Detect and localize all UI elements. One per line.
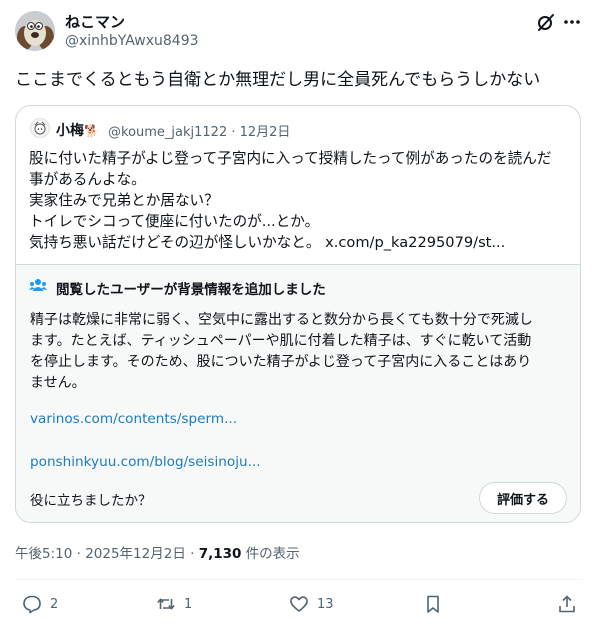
rate-button[interactable]: 評価する — [479, 482, 567, 514]
view-label: 件の表示 — [241, 546, 300, 562]
quote-line: 股に付いた精子がよじ登って子宮内に入って授精したって例があったのを読んだ — [29, 150, 552, 167]
repost-icon — [156, 594, 176, 614]
tweet-text: ここまでくるともう自衛とか無理だし男に全員死んでもらうしかない — [15, 70, 541, 90]
avatar[interactable] — [15, 11, 55, 51]
tweet-meta: 午後5:10 · 2025年12月2日 · 7,130 件の表示 — [15, 542, 300, 562]
like-button[interactable]: 13 — [289, 594, 334, 614]
note-title: 閲覧したユーザーが背景情報を追加しました — [56, 282, 326, 298]
reply-icon — [22, 594, 42, 614]
users-icon — [29, 277, 47, 295]
quote-handle-date[interactable]: @koume_jakj1122 · 12月2日 — [108, 121, 290, 140]
divider — [15, 579, 583, 580]
repost-button[interactable]: 1 — [156, 594, 192, 614]
share-icon — [557, 594, 577, 614]
quote-author-name[interactable]: 小梅🐕 — [56, 120, 99, 140]
quote-line: 実家住みで兄弟とか居ない？ — [29, 192, 219, 209]
like-count: 13 — [317, 596, 334, 612]
quote-text: 股に付いた精子がよじ登って子宮内に入って授精したって例があったのを読んだ 事があ… — [29, 148, 577, 253]
note-source-link[interactable]: varinos.com/contents/sperm... — [30, 411, 237, 427]
view-count: 7,130 — [198, 546, 242, 562]
note-line: を停止します。そのため、股についた精子がよじ登って子宮内に入ることはあり — [30, 354, 532, 370]
bookmark-button[interactable] — [423, 594, 443, 614]
quote-line-text: 気持ち悪い話だけどその辺が怪しいかなと。 — [29, 234, 321, 251]
quote-author-name-text: 小梅 — [56, 123, 84, 139]
share-button[interactable] — [557, 594, 577, 614]
note-line: ます。たとえば、ティッシュペーパーや肌に付着した精子は、すぐに乾いて活動 — [30, 333, 532, 349]
quote-line: 気持ち悪い話だけどその辺が怪しいかなと。 x.com/p_ka2295079/s… — [29, 232, 577, 253]
author-name[interactable]: ねこマン — [65, 11, 125, 32]
grok-icon[interactable] — [536, 12, 556, 32]
emoji-icon: 🐕 — [84, 124, 99, 138]
reply-count: 2 — [50, 596, 59, 612]
community-note: 閲覧したユーザーが背景情報を追加しました 精子は乾燥に非常に弱く、空気中に露出す… — [16, 264, 580, 522]
note-line: ません。 — [30, 375, 86, 391]
heart-icon — [289, 594, 309, 614]
quote-line: 事があるんよな。 — [29, 171, 146, 188]
quote-avatar[interactable] — [30, 118, 50, 138]
quote-line: トイレでシコって便座に付いたのが...とか。 — [29, 213, 320, 230]
more-options-icon[interactable] — [562, 12, 582, 32]
timestamp[interactable]: 午後5:10 · 2025年12月2日 · — [15, 546, 199, 562]
repost-count: 1 — [184, 596, 193, 612]
helpful-question: 役に立ちましたか？ — [30, 493, 152, 509]
note-source-link[interactable]: ponshinkyuu.com/blog/seisinoju... — [30, 454, 261, 470]
note-body: 精子は乾燥に非常に弱く、空気中に露出すると数分から長くても数十分で死滅し ます。… — [30, 310, 570, 394]
quoted-tweet-card[interactable]: 小梅🐕 @koume_jakj1122 · 12月2日 股に付いた精子がよじ登っ… — [15, 105, 581, 523]
bookmark-icon — [423, 594, 443, 614]
note-line: 精子は乾燥に非常に弱く、空気中に露出すると数分から長くても数十分で死滅し — [30, 312, 533, 328]
quote-link[interactable]: x.com/p_ka2295079/st... — [325, 234, 505, 251]
reply-button[interactable]: 2 — [22, 594, 58, 614]
author-handle[interactable]: @xinhbYAwxu8493 — [65, 33, 199, 49]
